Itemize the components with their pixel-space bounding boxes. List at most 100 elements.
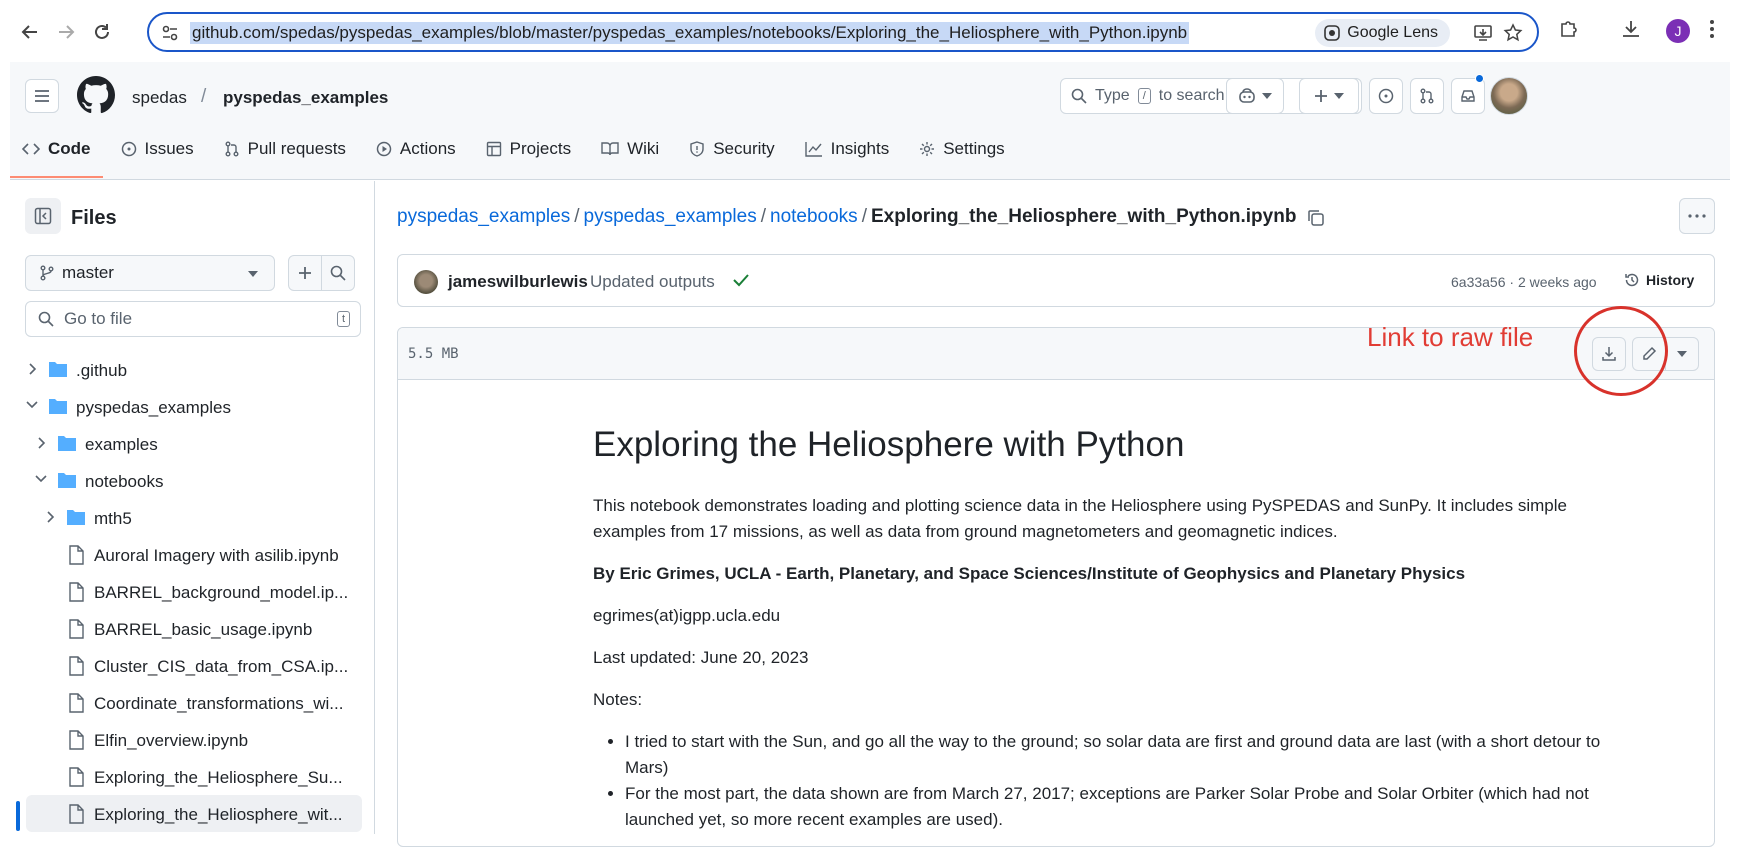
- tree-item-label: Exploring_the_Heliosphere_wit...: [94, 805, 343, 824]
- tree-item-file[interactable]: Coordinate_transformations_wi...: [10, 684, 375, 721]
- back-button[interactable]: [14, 16, 46, 48]
- branch-icon: [40, 265, 54, 281]
- search-icon: [330, 265, 346, 281]
- tab-wiki[interactable]: Wiki: [589, 129, 671, 169]
- play-icon: [376, 141, 392, 157]
- hamburger-icon: [35, 90, 49, 102]
- tab-actions[interactable]: Actions: [364, 129, 468, 169]
- install-app-icon[interactable]: [1473, 23, 1493, 43]
- global-nav-button[interactable]: [25, 79, 59, 113]
- pull-requests-button[interactable]: [1410, 78, 1444, 114]
- tree-item-selected-file[interactable]: Exploring_the_Heliosphere_wit...: [26, 795, 362, 832]
- forward-arrow-icon: [59, 25, 75, 39]
- tab-label: Code: [48, 139, 91, 158]
- tree-item-mth5[interactable]: mth5: [10, 499, 375, 536]
- file-icon: [69, 804, 84, 824]
- commit-author[interactable]: jameswilburlewis: [448, 272, 588, 292]
- tree-item-label: examples: [85, 435, 158, 454]
- tab-label: Projects: [509, 139, 572, 158]
- file-icon: [69, 767, 84, 787]
- tree-item-pyspedas-examples[interactable]: pyspedas_examples: [10, 388, 375, 425]
- tree-item-file[interactable]: BARREL_background_model.ip...: [10, 573, 375, 610]
- breadcrumb-notebooks-link[interactable]: notebooks: [770, 206, 858, 227]
- collapse-sidebar-button[interactable]: [25, 198, 61, 234]
- tree-item-github[interactable]: .github: [10, 351, 375, 388]
- repo-tabs: Code Issues Pull requests Actions Projec…: [10, 120, 1023, 178]
- tab-projects[interactable]: Projects: [474, 129, 583, 169]
- copilot-icon: [1239, 88, 1255, 103]
- search-files-button[interactable]: [321, 255, 355, 291]
- folder-open-icon: [49, 399, 67, 414]
- tab-insights[interactable]: Insights: [793, 129, 902, 169]
- tab-settings[interactable]: Settings: [907, 129, 1016, 169]
- breadcrumb-folder-link[interactable]: pyspedas_examples: [584, 206, 757, 227]
- edit-options-button[interactable]: [1665, 337, 1699, 371]
- copilot-button[interactable]: [1226, 78, 1284, 114]
- history-button[interactable]: History: [1624, 272, 1694, 288]
- copy-path-icon[interactable]: [1306, 208, 1326, 228]
- commit-author-avatar[interactable]: [414, 270, 438, 294]
- forward-button[interactable]: [50, 16, 82, 48]
- tab-label: Security: [713, 139, 775, 158]
- more-options-button[interactable]: [1679, 198, 1715, 234]
- issue-icon: [1378, 88, 1394, 104]
- breadcrumb-repo-link[interactable]: pyspedas_examples: [397, 206, 570, 227]
- downloads-icon[interactable]: [1620, 18, 1642, 40]
- chevron-right-icon: [29, 363, 37, 375]
- history-icon: [1625, 273, 1639, 287]
- tree-item-label: BARREL_basic_usage.ipynb: [94, 620, 313, 639]
- check-icon[interactable]: [732, 272, 750, 288]
- book-icon: [601, 142, 619, 156]
- tab-label: Wiki: [627, 139, 660, 158]
- tree-item-examples[interactable]: examples: [10, 425, 375, 462]
- tree-item-file[interactable]: Cluster_CIS_data_from_CSA.ip...: [10, 647, 375, 684]
- tab-code[interactable]: Code: [10, 129, 103, 178]
- commit-message[interactable]: Updated outputs: [590, 272, 715, 292]
- tree-item-label: Coordinate_transformations_wi...: [94, 694, 344, 713]
- tab-pull-requests[interactable]: Pull requests: [212, 129, 358, 169]
- url-text[interactable]: github.com/spedas/pyspedas_examples/blob…: [190, 22, 1190, 44]
- tree-item-file[interactable]: Auroral Imagery with asilib.ipynb: [10, 536, 375, 573]
- tree-item-label: notebooks: [85, 472, 164, 491]
- inbox-button[interactable]: [1451, 78, 1485, 114]
- site-info-icon[interactable]: [161, 24, 179, 42]
- tree-item-notebooks[interactable]: notebooks: [10, 462, 375, 499]
- extensions-icon[interactable]: [1558, 18, 1580, 40]
- tab-security[interactable]: Security: [677, 129, 786, 169]
- breadcrumb-separator: /: [760, 206, 766, 227]
- add-file-button[interactable]: [288, 255, 322, 291]
- google-lens-button[interactable]: Google Lens: [1315, 19, 1450, 47]
- crumb-separator: /: [201, 86, 207, 107]
- tree-item-file[interactable]: BARREL_basic_usage.ipynb: [10, 610, 375, 647]
- go-to-file-shortcut: t: [336, 311, 350, 327]
- annotation-label: Link to raw file: [1367, 322, 1534, 352]
- file-icon: [69, 656, 84, 676]
- repo-owner-link[interactable]: spedas: [132, 88, 187, 108]
- browser-menu-icon[interactable]: [1708, 18, 1716, 40]
- annotation-circle: [1574, 306, 1668, 396]
- github-logo-icon[interactable]: [77, 76, 115, 114]
- tree-item-file[interactable]: Elfin_overview.ipynb: [10, 721, 375, 758]
- go-to-file-input[interactable]: Go to file t: [25, 301, 361, 337]
- issues-button[interactable]: [1369, 78, 1403, 114]
- chevron-down-icon: [1677, 351, 1687, 357]
- bookmark-star-icon[interactable]: [1503, 23, 1523, 43]
- table-icon: [486, 141, 501, 157]
- tab-label: Settings: [943, 139, 1005, 158]
- plus-icon: [1315, 90, 1327, 102]
- branch-selector[interactable]: master: [25, 255, 275, 291]
- tree-item-label: mth5: [94, 509, 132, 528]
- commit-meta[interactable]: 6a33a56 · 2 weeks ago: [1451, 274, 1597, 290]
- repo-name-link[interactable]: pyspedas_examples: [223, 88, 388, 108]
- user-avatar[interactable]: [1490, 77, 1528, 115]
- reload-button[interactable]: [86, 16, 118, 48]
- tree-item-file[interactable]: Exploring_the_Heliosphere_Su...: [10, 758, 375, 795]
- pull-request-icon: [225, 141, 239, 157]
- tab-issues[interactable]: Issues: [109, 129, 206, 169]
- chevron-down-icon: [248, 271, 258, 277]
- tree-item-label: .github: [76, 361, 128, 380]
- selected-indicator: [16, 801, 20, 831]
- profile-avatar[interactable]: J: [1666, 19, 1690, 43]
- address-bar[interactable]: github.com/spedas/pyspedas_examples/blob…: [147, 12, 1539, 52]
- create-new-button[interactable]: [1299, 78, 1359, 114]
